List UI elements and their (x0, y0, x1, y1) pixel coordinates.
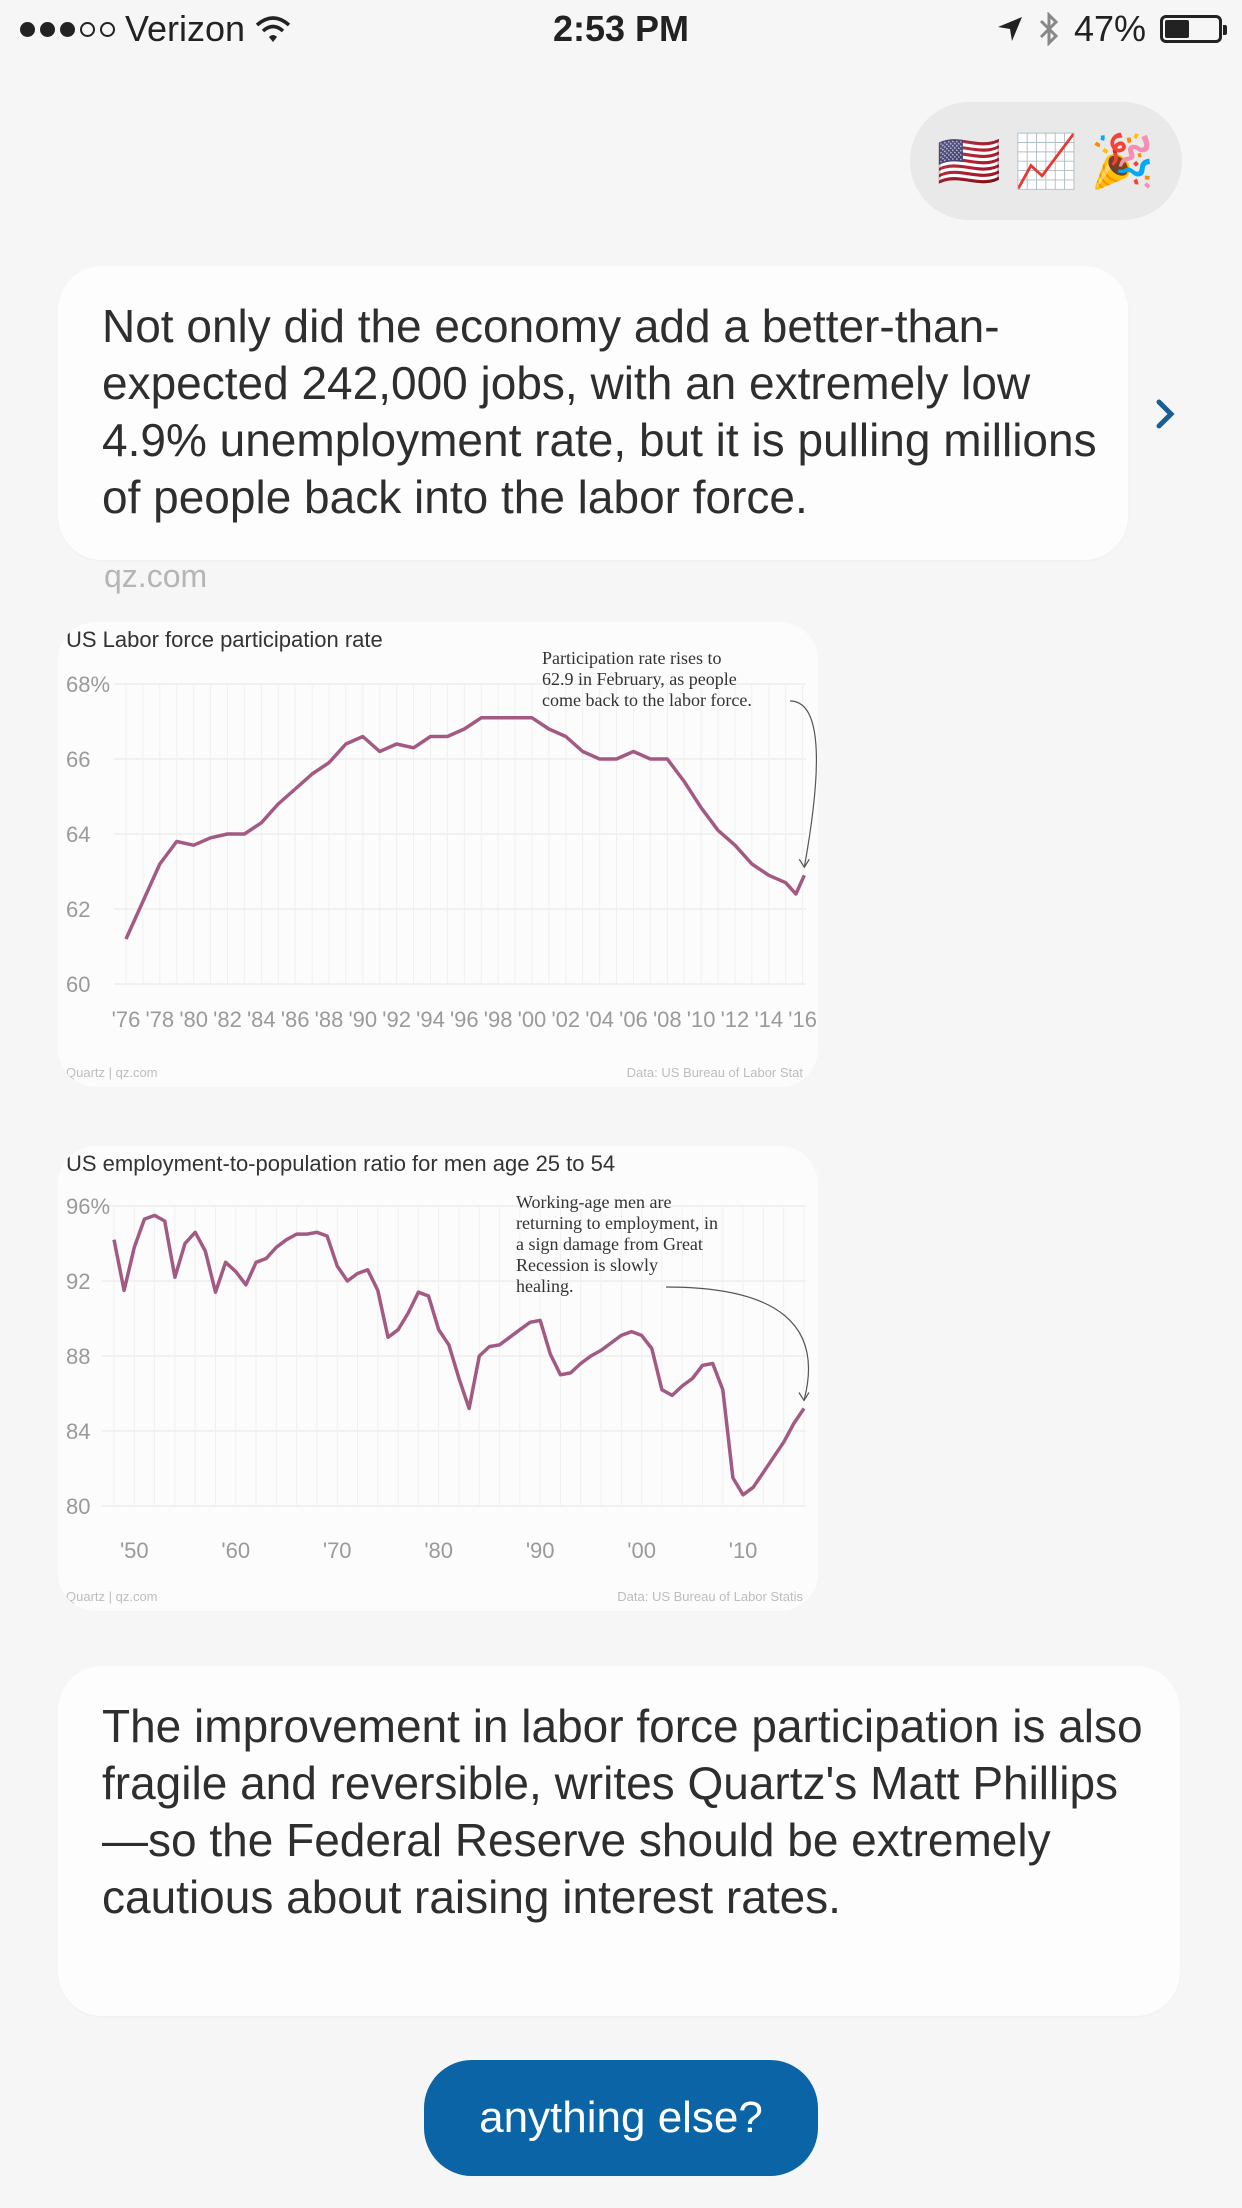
chart-footer-right: Data: US Bureau of Labor Statis (617, 1589, 803, 1604)
x-tick-label: '78 (145, 1007, 174, 1032)
x-tick-label: '14 (754, 1007, 783, 1032)
annotation-line: Working-age men are (516, 1192, 671, 1212)
battery-fill (1165, 20, 1190, 38)
chart-card-employment-ratio[interactable]: US employment-to-population ratio for me… (58, 1146, 818, 1611)
annotation-line: healing. (516, 1276, 573, 1296)
chart-up-emoji: 📈 (1013, 132, 1079, 191)
x-tick-label: '96 (450, 1007, 479, 1032)
status-bar: Verizon 2:53 PM 47% (0, 0, 1242, 62)
chart-footer-left: Quartz | qz.com (66, 1065, 158, 1080)
chevron-right-icon[interactable] (1154, 392, 1178, 442)
bluetooth-icon (1039, 12, 1059, 46)
chart-labor-force-svg: US Labor force participation rate 68% 66 64… (66, 627, 818, 1080)
x-tick-label: '04 (585, 1007, 614, 1032)
x-tick-label: '90 (526, 1538, 555, 1563)
x-tick-label: '00 (518, 1007, 547, 1032)
chevron-right-svg (1156, 399, 1175, 429)
x-tick-label: '86 (281, 1007, 310, 1032)
annotation-line: returning to employment, in (516, 1213, 718, 1233)
chart-employment-ratio-svg: US employment-to-population ratio for me… (66, 1151, 810, 1604)
y-tick-label: 62 (66, 897, 90, 922)
chart-footer-right: Data: US Bureau of Labor Stat (627, 1065, 804, 1080)
annotation-arrow (789, 700, 818, 868)
y-tick-label: 66 (66, 747, 90, 772)
y-tick-label: 68% (66, 672, 110, 697)
annotation-line: come back to the labor force. (542, 690, 752, 710)
x-tick-label: '98 (484, 1007, 513, 1032)
y-tick-label: 88 (66, 1344, 90, 1369)
x-tick-label: '80 (424, 1538, 453, 1563)
y-tick-label: 92 (66, 1269, 90, 1294)
y-tick-label: 96% (66, 1194, 110, 1219)
emoji-reply-bubble[interactable]: 🇺🇸 📈 🎉 (910, 102, 1182, 220)
anything-else-button[interactable]: anything else? (424, 2060, 818, 2176)
x-tick-label: '12 (721, 1007, 750, 1032)
x-tick-label: '06 (619, 1007, 648, 1032)
x-tick-label: '02 (551, 1007, 580, 1032)
annotation-text: Working-age men are returning to employme… (516, 1192, 718, 1296)
x-tick-label: '70 (323, 1538, 352, 1563)
annotation-text: Participation rate rises to 62.9 in Febru… (542, 648, 752, 710)
x-tick-label: '16 (788, 1007, 817, 1032)
x-tick-label: '94 (416, 1007, 445, 1032)
x-tick-label: '84 (247, 1007, 276, 1032)
message-bubble-1[interactable]: Not only did the economy add a better-th… (58, 266, 1128, 560)
source-label[interactable]: qz.com (104, 558, 207, 595)
x-tick-label: '60 (221, 1538, 250, 1563)
x-tick-label: '82 (213, 1007, 242, 1032)
x-tick-label: '08 (653, 1007, 682, 1032)
x-tick-label: '80 (179, 1007, 208, 1032)
chart-title: US employment-to-population ratio for me… (66, 1151, 615, 1176)
status-right: 47% (996, 8, 1227, 50)
annotation-line: a sign damage from Great (516, 1234, 703, 1254)
message-bubble-2[interactable]: The improvement in labor force participa… (58, 1666, 1180, 2016)
x-tick-label: '10 (729, 1538, 758, 1563)
x-tick-label: '92 (382, 1007, 411, 1032)
chart-title: US Labor force participation rate (66, 627, 383, 652)
location-arrow-icon (997, 17, 1022, 41)
us-flag-emoji: 🇺🇸 (936, 132, 1002, 191)
party-popper-emoji: 🎉 (1090, 132, 1156, 191)
chart-footer-left: Quartz | qz.com (66, 1589, 158, 1604)
x-tick-label: '88 (315, 1007, 344, 1032)
battery-icon (1160, 15, 1227, 43)
x-tick-label: '76 (112, 1007, 141, 1032)
y-tick-label: 64 (66, 822, 90, 847)
chart-card-labor-force[interactable]: US Labor force participation rate 68% 66 64… (58, 622, 818, 1087)
x-tick-label: '90 (348, 1007, 377, 1032)
annotation-line: 62.9 in February, as people (542, 669, 737, 689)
x-tick-label: '50 (120, 1538, 149, 1563)
x-tick-label: '10 (687, 1007, 716, 1032)
y-tick-label: 84 (66, 1419, 90, 1444)
annotation-line: Participation rate rises to (542, 648, 721, 668)
y-tick-label: 80 (66, 1494, 90, 1519)
battery-percent: 47% (1073, 8, 1146, 49)
message-2-text: The improvement in labor force participa… (102, 1700, 1143, 1923)
y-tick-label: 60 (66, 972, 90, 997)
annotation-line: Recession is slowly (516, 1255, 658, 1275)
message-1-text: Not only did the economy add a better-th… (102, 300, 1097, 523)
x-tick-label: '00 (627, 1538, 656, 1563)
